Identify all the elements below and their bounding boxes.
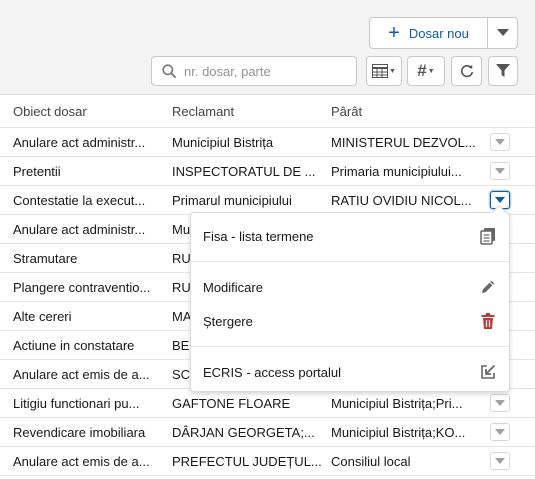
menu-divider	[191, 261, 509, 262]
menu-item-label: Ștergere	[203, 313, 253, 329]
table-row[interactable]: Contestatie la execut... Primarul municip…	[0, 186, 535, 215]
table-row[interactable]: Anulare act emis de a... PREFECTUL JUDEȚU…	[0, 447, 535, 476]
row-action-dropdown[interactable]	[490, 423, 510, 441]
table-row[interactable]: Anulare act administr... Municipiul Bistr…	[0, 128, 535, 157]
table-cell: DÂRJAN GEORGETA;...	[172, 425, 315, 440]
table-icon	[372, 64, 389, 78]
table-cell: Contestatie la execut...	[13, 193, 146, 208]
search-input[interactable]	[184, 63, 344, 79]
delete-icon	[481, 313, 495, 329]
table-cell: PREFECTUL JUDEȚUL...	[172, 454, 322, 469]
new-case-button[interactable]: + Dosar nou	[370, 18, 488, 48]
chevron-down-icon	[495, 197, 505, 203]
table-cell: MINISTERUL DEZVOL...	[331, 135, 476, 150]
chevron-down-icon	[495, 139, 505, 145]
table-header: Obiect dosar Reclamant Pârât	[0, 96, 535, 128]
filter-button[interactable]	[488, 56, 518, 86]
hash-icon: #	[417, 61, 427, 80]
table-row[interactable]: Revendicare imobiliara DÂRJAN GEORGETA;..…	[0, 418, 535, 447]
copy-icon	[480, 228, 495, 245]
table-cell: Municipiul Bistrița;KO...	[331, 425, 466, 440]
column-header-obiect[interactable]: Obiect dosar	[13, 104, 87, 119]
chevron-down-icon	[495, 458, 505, 464]
new-case-label: Dosar nou	[408, 25, 469, 41]
menu-item-label: ECRIS - access portalul	[203, 364, 341, 380]
plus-icon: +	[388, 22, 400, 44]
table-cell: Municipiul Bistrița;Pri...	[331, 396, 463, 411]
row-action-menu: Fisa - lista termene Modificare Ștergere…	[190, 212, 510, 392]
refresh-button[interactable]	[451, 56, 482, 86]
table-cell: Plangere contraventio...	[13, 280, 151, 295]
table-cell: Anulare act emis de a...	[13, 454, 150, 469]
column-settings-button[interactable]: # ▼	[407, 56, 445, 86]
menu-item-ecris[interactable]: ECRIS - access portalul	[191, 355, 509, 389]
column-header-reclamant[interactable]: Reclamant	[172, 104, 234, 119]
menu-item-modificare[interactable]: Modificare	[191, 270, 509, 304]
table-cell: Anulare act administr...	[13, 222, 146, 237]
edit-icon	[482, 280, 495, 293]
menu-item-fisa[interactable]: Fisa - lista termene	[191, 219, 509, 253]
row-action-dropdown[interactable]	[490, 394, 510, 412]
filter-icon	[496, 64, 510, 77]
table-view-button[interactable]: ▼	[366, 56, 402, 86]
new-case-menu-button[interactable]	[488, 18, 517, 48]
search-box	[151, 56, 357, 86]
row-action-dropdown[interactable]	[490, 452, 510, 470]
table-cell: SC	[172, 367, 191, 382]
chevron-down-icon	[496, 29, 509, 36]
table-cell: Consiliul local	[331, 454, 411, 469]
table-row[interactable]: Litigiu functionari pu... GAFTONE FLOARE M…	[0, 389, 535, 418]
table-cell: RU	[172, 251, 191, 266]
table-cell: MA	[172, 309, 192, 324]
table-cell: Pretentii	[13, 164, 61, 179]
table-cell: RU	[172, 280, 191, 295]
table-cell: Anulare act administr...	[13, 135, 146, 150]
table-cell: INSPECTORATUL DE ...	[172, 164, 316, 179]
menu-item-label: Fisa - lista termene	[203, 228, 314, 244]
table-cell: Alte cereri	[13, 309, 72, 324]
chevron-down-icon	[495, 168, 505, 174]
table-cell: Litigiu functionari pu...	[13, 396, 140, 411]
menu-divider	[191, 346, 509, 347]
toolbar-area: + Dosar nou ▼ # ▼	[0, 0, 535, 95]
table-cell: Revendicare imobiliara	[13, 425, 146, 440]
table-cell: GAFTONE FLOARE	[172, 396, 291, 411]
search-icon	[162, 64, 176, 78]
refresh-icon	[460, 64, 473, 78]
table-cell: Actiune in constatare	[13, 338, 135, 353]
menu-item-label: Modificare	[203, 279, 263, 295]
table-cell: Primaria municipiului...	[331, 164, 462, 179]
table-cell: Municipiul Bistrița	[172, 135, 274, 150]
new-case-button-group: + Dosar nou	[369, 17, 518, 49]
table-cell: RATIU OVIDIU NICOL...	[331, 193, 472, 208]
table-cell: Anulare act emis de a...	[13, 367, 150, 382]
chevron-down-icon	[495, 400, 505, 406]
table-row[interactable]: Pretentii INSPECTORATUL DE ... Primaria mu…	[0, 157, 535, 186]
table-cell: Primarul municipiului	[172, 193, 292, 208]
column-header-parat[interactable]: Pârât	[331, 104, 362, 119]
chevron-down-icon	[495, 429, 505, 435]
row-action-dropdown[interactable]	[490, 133, 510, 151]
table-cell: Stramutare	[13, 251, 78, 266]
chevron-down-icon: ▼	[389, 67, 396, 75]
table-cell: Mu	[172, 222, 191, 237]
row-action-dropdown[interactable]	[490, 162, 510, 180]
external-link-icon	[481, 364, 496, 379]
menu-item-stergere[interactable]: Ștergere	[191, 304, 509, 338]
chevron-down-icon: ▼	[427, 67, 435, 75]
